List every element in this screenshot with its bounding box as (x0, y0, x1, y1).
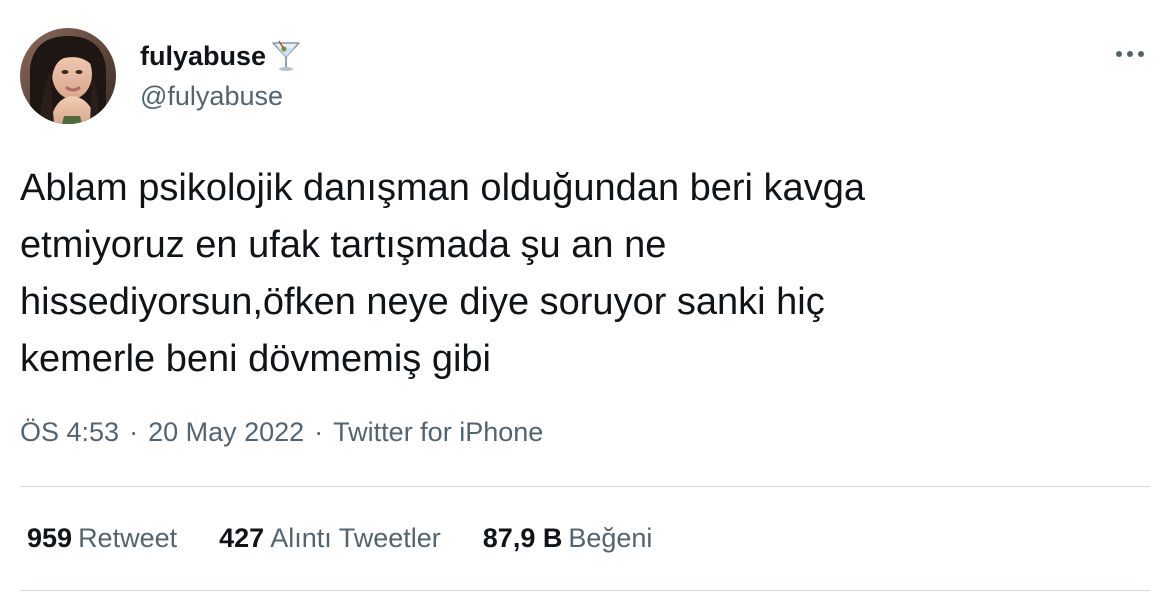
like-count: 87,9 B (482, 523, 563, 553)
like-count-link[interactable]: 87,9 B Beğeni (483, 520, 653, 556)
quote-count: 427 (219, 523, 265, 553)
meta-separator: · (129, 417, 139, 447)
avatar[interactable] (20, 28, 116, 124)
divider (20, 486, 1150, 487)
like-label: Beğeni (568, 523, 653, 553)
user-handle[interactable]: @fulyabuse (140, 78, 283, 114)
quote-count-link[interactable]: 427 Alıntı Tweetler (219, 520, 441, 556)
cocktail-glass-icon (270, 39, 302, 73)
tweet-source-link[interactable]: Twitter for iPhone (333, 414, 543, 450)
display-name[interactable]: fulyabuse (140, 36, 266, 76)
tweet-time[interactable]: ÖS 4:53 (20, 414, 119, 450)
retweet-count: 959 (27, 523, 73, 553)
divider (20, 590, 1150, 591)
tweet-text-line: kemerle beni dövmemiş gibi (20, 338, 491, 380)
tweet-text-line: hissediyorsun,öfken neye diye soruyor sa… (20, 281, 825, 323)
tweet-text-line: etmiyoruz en ufak tartışmada şu an ne (20, 224, 667, 266)
avatar-image (20, 28, 116, 124)
quote-label: Alıntı Tweetler (270, 523, 441, 553)
meta-separator: · (314, 417, 324, 447)
tweet-date[interactable]: 20 May 2022 (148, 414, 304, 450)
retweet-count-link[interactable]: 959 Retweet (27, 520, 177, 556)
retweet-label: Retweet (78, 523, 178, 553)
tweet-text: Ablam psikolojik danışman olduğundan ber… (20, 160, 1120, 388)
more-options-icon[interactable] (1112, 40, 1148, 68)
tweet-meta: ÖS 4:53 · 20 May 2022 · Twitter for iPho… (20, 414, 543, 450)
tweet-stats: 959 Retweet 427 Alıntı Tweetler 87,9 B Beğe… (27, 520, 694, 556)
user-name-row: fulyabuse (140, 36, 302, 76)
tweet-text-line: Ablam psikolojik danışman olduğundan ber… (20, 167, 865, 209)
